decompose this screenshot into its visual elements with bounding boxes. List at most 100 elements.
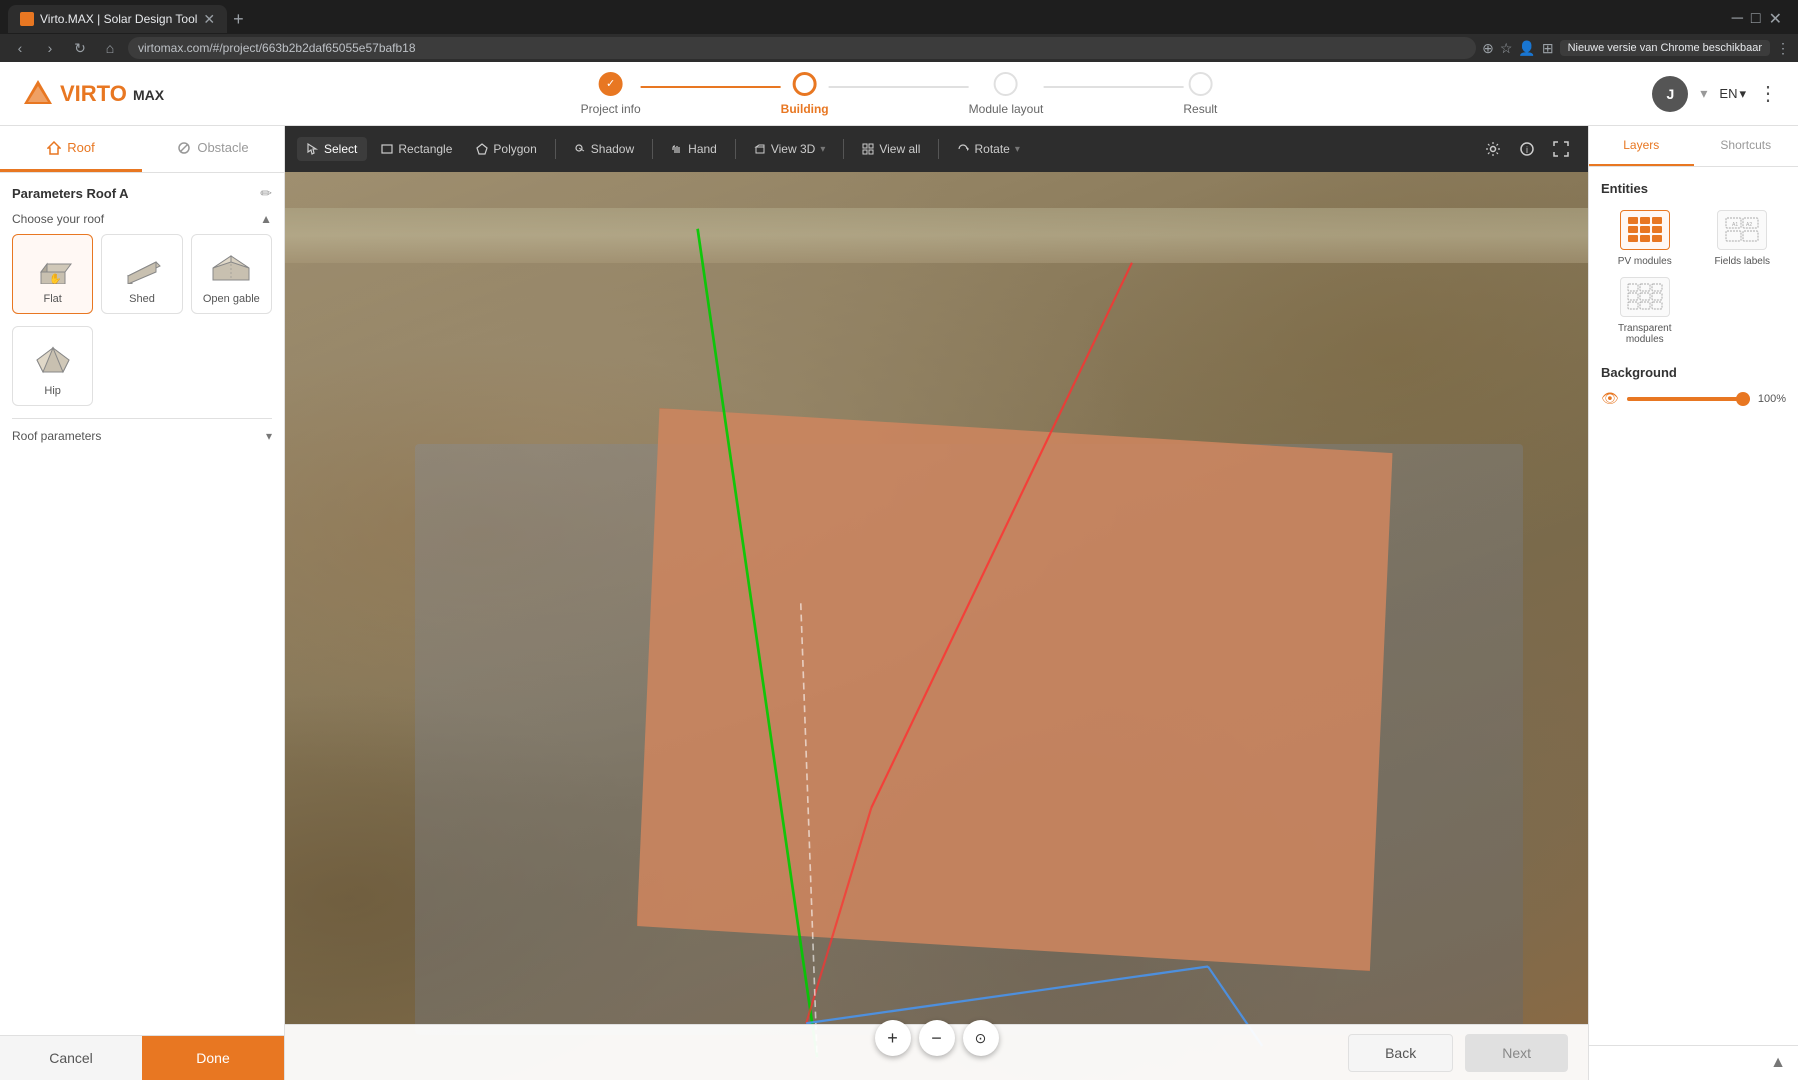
reload-button[interactable]: ↻ bbox=[68, 40, 92, 57]
info-icon: i bbox=[1519, 141, 1535, 157]
viewall-icon bbox=[862, 143, 874, 155]
layer-transparent-modules[interactable]: Transparent modules bbox=[1601, 277, 1689, 345]
background-section: Background 👁 100% bbox=[1601, 365, 1786, 407]
logo-icon bbox=[20, 76, 56, 112]
shadow-icon bbox=[574, 143, 586, 155]
step-line-2 bbox=[829, 86, 969, 88]
toolbar: Select Rectangle Polygon bbox=[285, 126, 1588, 172]
hip-roof-icon bbox=[32, 337, 74, 379]
eye-icon[interactable]: 👁 bbox=[1601, 390, 1619, 407]
app-header: VIRTO MAX ✓ Project info Building Module… bbox=[0, 62, 1798, 126]
map-wrapper: Select Rectangle Polygon bbox=[285, 126, 1588, 1080]
entities-title: Entities bbox=[1601, 181, 1786, 196]
hand-button[interactable]: Hand bbox=[661, 137, 727, 161]
target-button[interactable]: ⊙ bbox=[963, 1020, 999, 1056]
avatar-chevron[interactable]: ▾ bbox=[1700, 85, 1707, 102]
browser-tab[interactable]: Virto.MAX | Solar Design Tool ✕ bbox=[8, 5, 227, 33]
pv-modules-label: PV modules bbox=[1618, 256, 1672, 267]
flat-roof-icon: ✋ bbox=[32, 245, 74, 287]
polygon-button[interactable]: Polygon bbox=[466, 137, 546, 161]
collapse-button[interactable]: ▲ bbox=[1770, 1054, 1786, 1072]
minimize-button[interactable]: ─ bbox=[1732, 10, 1743, 28]
svg-text:A2: A2 bbox=[1746, 222, 1752, 228]
tab-shortcuts[interactable]: Shortcuts bbox=[1694, 126, 1798, 166]
lang-selector[interactable]: EN ▾ bbox=[1719, 86, 1746, 102]
done-button[interactable]: Done bbox=[142, 1036, 284, 1080]
address-bar[interactable]: virtomax.com/#/project/663b2b2daf65055e5… bbox=[128, 37, 1476, 59]
settings-icon-button[interactable] bbox=[1478, 134, 1508, 164]
view3d-icon bbox=[754, 143, 766, 155]
layer-items: PV modules A1 A2 bbox=[1601, 210, 1786, 345]
rectangle-button[interactable]: Rectangle bbox=[371, 137, 462, 161]
favicon bbox=[20, 12, 34, 26]
header-right: J ▾ EN ▾ ⋮ bbox=[1652, 76, 1778, 112]
more-menu-button[interactable]: ⋮ bbox=[1758, 81, 1778, 106]
roof-parameters-section: Roof parameters ▾ bbox=[12, 418, 272, 443]
roof-tab-icon bbox=[47, 141, 61, 155]
browser-tabs: Virto.MAX | Solar Design Tool ✕ + ─ □ ✕ bbox=[0, 0, 1798, 34]
home-button[interactable]: ⌂ bbox=[98, 40, 122, 56]
step-result: Result bbox=[1183, 72, 1217, 116]
step-project-info: ✓ Project info bbox=[581, 72, 641, 116]
svg-text:A1: A1 bbox=[1732, 222, 1738, 228]
step-building: Building bbox=[781, 72, 829, 116]
rotate-chevron: ▾ bbox=[1015, 144, 1020, 155]
close-window-button[interactable]: ✕ bbox=[1769, 9, 1782, 29]
cancel-button[interactable]: Cancel bbox=[0, 1036, 142, 1080]
panel-collapse: ▲ bbox=[1589, 1045, 1798, 1080]
next-button[interactable]: Next bbox=[1465, 1034, 1568, 1072]
forward-nav-button[interactable]: › bbox=[38, 40, 62, 56]
svg-text:✋: ✋ bbox=[49, 272, 61, 284]
new-tab-button[interactable]: + bbox=[233, 9, 244, 30]
maximize-button[interactable]: □ bbox=[1751, 10, 1761, 28]
shadow-button[interactable]: Shadow bbox=[564, 137, 644, 161]
pv-modules-icon bbox=[1627, 216, 1663, 244]
extensions-button[interactable]: ⊕ bbox=[1482, 40, 1494, 57]
tab-obstacle[interactable]: Obstacle bbox=[142, 126, 284, 172]
view3d-button[interactable]: View 3D ▾ bbox=[744, 137, 836, 161]
choose-roof-header: Choose your roof ▲ bbox=[12, 212, 272, 226]
tab-layers[interactable]: Layers bbox=[1589, 126, 1694, 166]
opacity-slider[interactable] bbox=[1627, 397, 1750, 401]
steps: ✓ Project info Building Module layout Re… bbox=[581, 72, 1218, 116]
roof-type-flat[interactable]: ✋ Flat bbox=[12, 234, 93, 314]
select-button[interactable]: Select bbox=[297, 137, 367, 161]
update-banner[interactable]: Nieuwe versie van Chrome beschikbaar bbox=[1560, 40, 1770, 56]
profile-button[interactable]: 👤 bbox=[1518, 40, 1535, 57]
transparent-modules-label: Transparent modules bbox=[1601, 323, 1689, 345]
section-header: Parameters Roof A ✏ bbox=[12, 185, 272, 202]
menu-button[interactable]: ⋮ bbox=[1776, 40, 1790, 57]
puzzle-icon[interactable]: ⊞ bbox=[1542, 40, 1554, 57]
zoom-in-button[interactable]: + bbox=[875, 1020, 911, 1056]
zoom-out-button[interactable]: − bbox=[919, 1020, 955, 1056]
info-icon-button[interactable]: i bbox=[1512, 134, 1542, 164]
map-area[interactable]: + − ⊙ bbox=[285, 172, 1588, 1080]
right-panel-tabs: Layers Shortcuts bbox=[1589, 126, 1798, 167]
choose-roof-chevron[interactable]: ▲ bbox=[260, 212, 272, 226]
tab-roof[interactable]: Roof bbox=[0, 126, 142, 172]
hand-icon bbox=[671, 143, 683, 155]
tab-roof-label: Roof bbox=[67, 140, 94, 155]
star-button[interactable]: ☆ bbox=[1500, 40, 1513, 57]
edit-icon[interactable]: ✏ bbox=[260, 185, 272, 202]
fullscreen-icon-button[interactable] bbox=[1546, 134, 1576, 164]
toolbar-sep-2 bbox=[652, 139, 653, 159]
roof-params-chevron[interactable]: ▾ bbox=[266, 429, 272, 443]
rotate-button[interactable]: Rotate ▾ bbox=[947, 137, 1029, 161]
bg-opacity-value: 100% bbox=[1758, 393, 1786, 405]
back-button[interactable]: Back bbox=[1348, 1034, 1453, 1072]
layer-pv-modules[interactable]: PV modules bbox=[1601, 210, 1689, 267]
viewall-button[interactable]: View all bbox=[852, 137, 930, 161]
roof-type-shed[interactable]: Shed bbox=[101, 234, 182, 314]
tab-close-button[interactable]: ✕ bbox=[203, 11, 215, 28]
step-circle-project-info: ✓ bbox=[599, 72, 623, 96]
svg-text:i: i bbox=[1526, 145, 1528, 155]
flat-roof-label: Flat bbox=[43, 293, 61, 305]
slider-thumb bbox=[1736, 392, 1750, 406]
back-nav-button[interactable]: ‹ bbox=[8, 40, 32, 56]
url-text: virtomax.com/#/project/663b2b2daf65055e5… bbox=[138, 41, 416, 55]
layer-fields-labels[interactable]: A1 A2 Fields labels bbox=[1699, 210, 1787, 267]
roof-type-open-gable[interactable]: Open gable bbox=[191, 234, 272, 314]
step-line-1 bbox=[641, 86, 781, 88]
roof-type-hip[interactable]: Hip bbox=[12, 326, 93, 406]
